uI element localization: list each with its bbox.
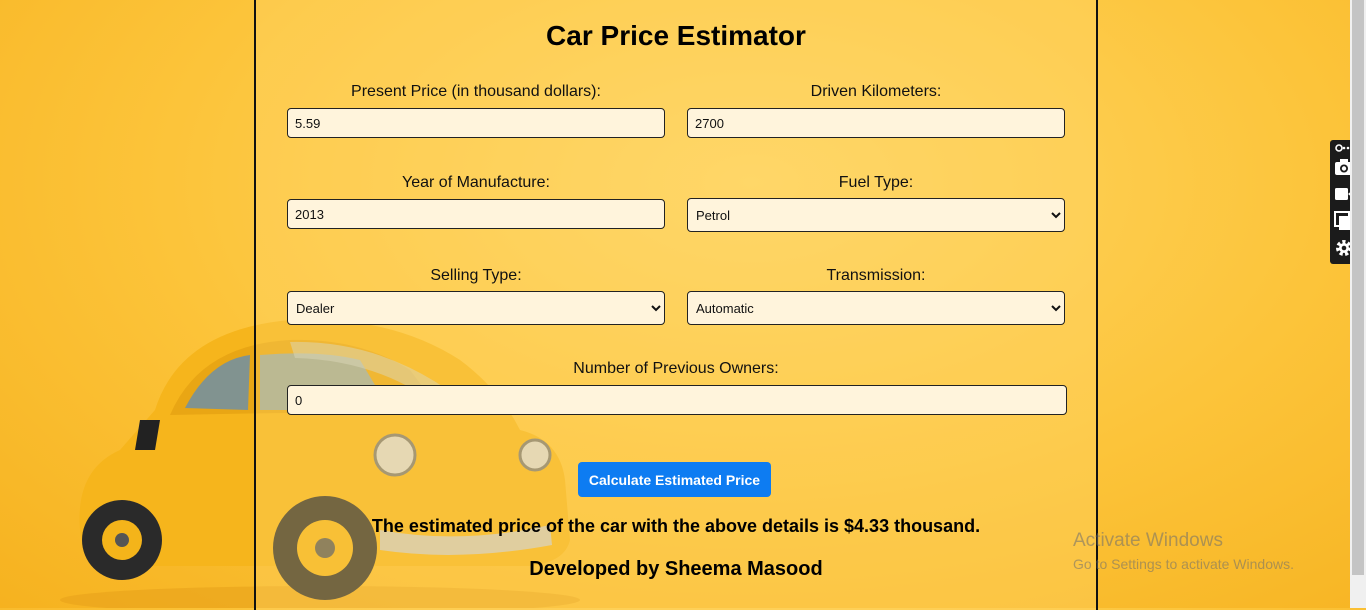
estimator-panel: Car Price Estimator Present Price (in th… [254,0,1098,610]
owners-label: Number of Previous Owners: [573,360,779,377]
fuel-type-label: Fuel Type: [838,174,914,191]
developer-credit: Developed by Sheema Masood [529,558,823,580]
watermark-title: Activate Windows [1073,530,1223,551]
scrollbar-thumb[interactable] [1352,0,1364,575]
watermark-subtitle: Go to Settings to activate Windows. [1073,556,1294,572]
activate-windows-watermark: Activate Windows Go to Settings to activ… [1073,530,1294,572]
page-title: Car Price Estimator [546,20,806,51]
year-input[interactable] [287,199,665,229]
driven-km-input[interactable] [687,108,1065,138]
calculate-button[interactable]: Calculate Estimated Price [578,462,771,497]
selling-type-select[interactable]: Dealer [287,291,665,325]
selling-type-label: Selling Type: [430,267,522,284]
present-price-label: Present Price (in thousand dollars): [351,83,601,100]
transmission-select[interactable]: Automatic [687,291,1065,325]
year-label: Year of Manufacture: [402,174,550,191]
transmission-label: Transmission: [826,267,926,284]
fuel-type-select[interactable]: Petrol [687,198,1065,232]
present-price-input[interactable] [287,108,665,138]
driven-km-label: Driven Kilometers: [810,83,942,100]
owners-input[interactable] [287,385,1067,415]
result-text: The estimated price of the car with the … [371,516,981,536]
